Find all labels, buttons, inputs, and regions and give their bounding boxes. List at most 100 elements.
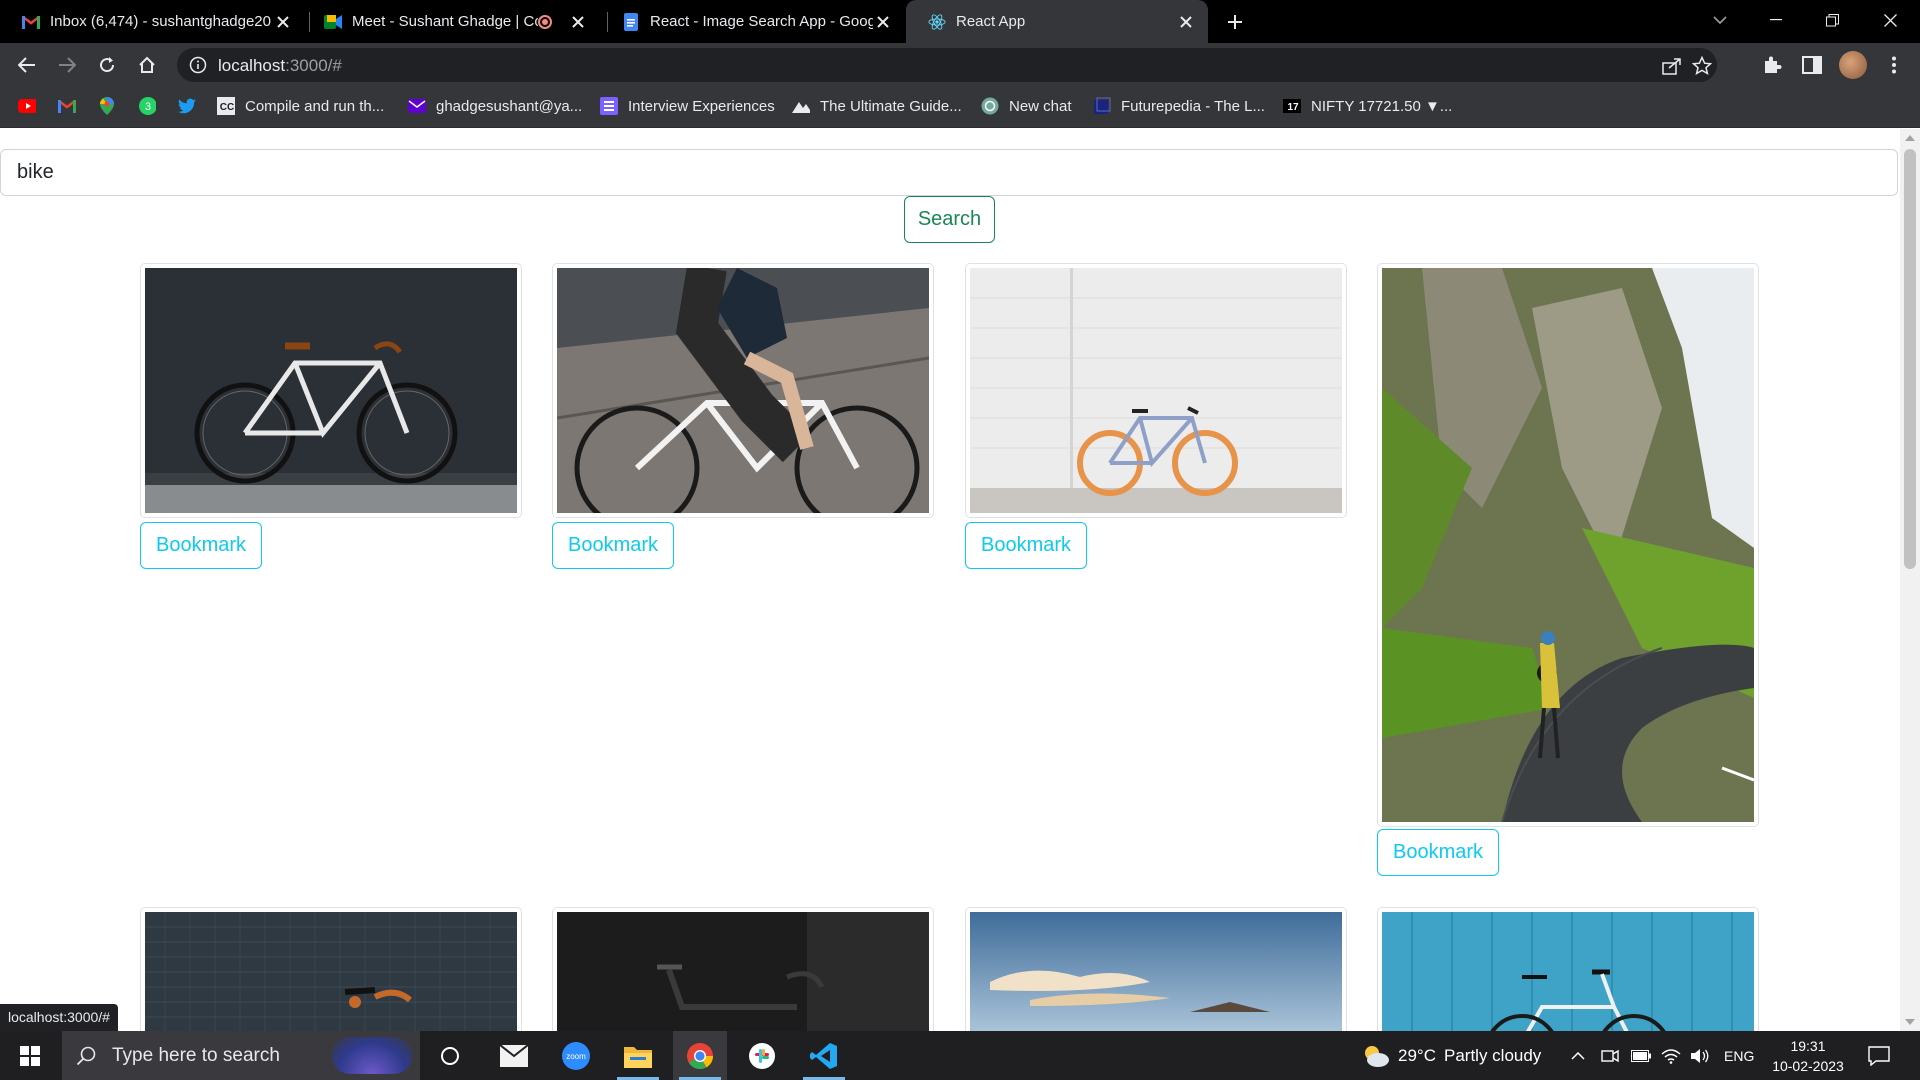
chrome-app-icon[interactable] (673, 1031, 727, 1080)
site-info-icon[interactable] (189, 56, 207, 79)
yahoo-mail-icon (408, 97, 426, 115)
maps-icon (98, 97, 116, 115)
bookmarks-bar: 3 CC Compile and run th... ghadgesushant… (0, 87, 1920, 128)
scroll-up-arrow-icon[interactable] (1905, 135, 1915, 141)
bike-image[interactable] (970, 268, 1342, 513)
scroll-down-arrow-icon[interactable] (1905, 1019, 1915, 1025)
bike-image[interactable] (557, 268, 929, 513)
meet-tray-icon[interactable] (1601, 1031, 1619, 1080)
meet-icon (324, 13, 342, 31)
share-icon[interactable] (1661, 55, 1683, 77)
image-card (1377, 263, 1759, 827)
tray-overflow-chevron-icon[interactable] (1571, 1031, 1585, 1080)
chrome-menu-icon[interactable] (1880, 51, 1908, 79)
cc-icon: CC (217, 97, 235, 115)
search-button[interactable]: Search (904, 196, 995, 243)
bookmark-maps[interactable] (98, 87, 126, 125)
tab-docs[interactable]: React - Image Search App - Goog (600, 0, 905, 43)
zoom-app-icon[interactable]: zoom (549, 1031, 603, 1080)
home-button[interactable] (132, 50, 162, 80)
vscode-app-icon[interactable] (797, 1031, 851, 1080)
mountain-icon (792, 97, 810, 115)
bookmark-button[interactable]: Bookmark (965, 522, 1088, 569)
slack-app-icon[interactable] (735, 1031, 789, 1080)
restore-button[interactable] (1804, 0, 1860, 40)
forward-button[interactable] (52, 50, 82, 80)
tab-meet[interactable]: Meet - Sushant Ghadge | Co (302, 0, 607, 43)
bike-image[interactable] (557, 912, 929, 1031)
image-card (965, 907, 1347, 1031)
reload-button[interactable] (92, 50, 122, 80)
bookmark-whatsapp[interactable]: 3 (138, 87, 166, 125)
input-language[interactable]: ENG (1724, 1031, 1754, 1080)
tab-react-app[interactable]: React App (906, 0, 1208, 43)
url-text: localhost:3000/# (218, 56, 342, 75)
weather-widget[interactable]: 29°C Partly cloudy (1360, 1031, 1541, 1080)
file-explorer-icon[interactable] (611, 1031, 665, 1080)
image-card (552, 907, 934, 1031)
recording-icon (538, 14, 552, 29)
close-tab-icon[interactable] (568, 12, 588, 32)
bike-image[interactable] (1382, 268, 1754, 822)
close-tab-icon[interactable] (1176, 12, 1196, 32)
battery-icon[interactable] (1631, 1031, 1651, 1080)
taskbar-search-box[interactable]: Type here to search (62, 1031, 420, 1080)
bookmark-youtube[interactable] (18, 87, 46, 125)
bookmark-star-icon[interactable] (1691, 55, 1713, 77)
partly-cloudy-icon (1360, 1043, 1390, 1069)
clock[interactable]: 19:31 10-02-2023 (1770, 1031, 1846, 1080)
bookmark-button[interactable]: Bookmark (140, 522, 263, 569)
task-view-button[interactable] (428, 1031, 472, 1080)
weather-temp: 29°C (1398, 1045, 1436, 1065)
page-scrollbar[interactable] (1900, 129, 1920, 1031)
tab-search-button[interactable] (1692, 0, 1748, 40)
bookmark-label: NIFTY 17721.50 ▼... (1311, 97, 1453, 115)
bookmark-button[interactable]: Bookmark (552, 522, 675, 569)
wifi-icon[interactable] (1661, 1031, 1681, 1080)
bike-image[interactable] (145, 268, 517, 513)
start-button[interactable] (0, 1031, 60, 1080)
volume-icon[interactable] (1690, 1031, 1710, 1080)
bike-image[interactable] (1382, 912, 1754, 1031)
search-icon (76, 1046, 96, 1066)
extensions-icon[interactable] (1758, 51, 1786, 79)
profile-avatar[interactable] (1839, 51, 1867, 79)
bookmark-compile[interactable]: CC Compile and run th... (217, 87, 384, 125)
browser-tab-strip: Inbox (6,474) - sushantghadge20 Meet - S… (0, 0, 1920, 43)
scrollbar-thumb[interactable] (1904, 149, 1916, 569)
bike-image[interactable] (145, 912, 517, 1031)
minimize-button[interactable] (1748, 0, 1804, 40)
notifications-icon[interactable] (1868, 1031, 1890, 1080)
bookmark-nifty[interactable]: 17 NIFTY 17721.50 ▼... (1283, 87, 1452, 125)
bookmark-yahoo-mail[interactable]: ghadgesushant@ya... (408, 87, 582, 125)
tab-title: React App (956, 13, 1026, 30)
bookmark-futurepedia[interactable]: Futurepedia - The L... (1093, 87, 1265, 125)
gmail-icon (22, 13, 40, 31)
gmail-icon (58, 97, 76, 115)
new-tab-button[interactable] (1222, 9, 1248, 35)
mail-app-icon[interactable] (487, 1031, 541, 1080)
tab-gmail[interactable]: Inbox (6,474) - sushantghadge20 (0, 0, 305, 43)
bookmark-twitter[interactable] (178, 87, 206, 125)
bookmark-label: The Ultimate Guide... (820, 97, 962, 115)
bookmark-label: Futurepedia - The L... (1121, 97, 1265, 115)
close-window-button[interactable] (1862, 0, 1918, 40)
clock-time: 19:31 (1790, 1037, 1826, 1054)
bookmark-button[interactable]: Bookmark (1377, 829, 1500, 876)
futurepedia-icon (1093, 97, 1111, 115)
bike-image[interactable] (970, 912, 1342, 1031)
back-button[interactable] (12, 50, 42, 80)
docs-icon (622, 12, 640, 31)
bookmark-new-chat[interactable]: New chat (981, 87, 1072, 125)
search-highlight-art (332, 1037, 412, 1074)
side-panel-icon[interactable] (1798, 51, 1826, 79)
close-tab-icon[interactable] (273, 12, 293, 32)
close-tab-icon[interactable] (873, 12, 893, 32)
bookmark-gmail[interactable] (58, 87, 86, 125)
search-input[interactable] (0, 149, 1898, 196)
address-bar[interactable]: localhost:3000/# (177, 48, 1717, 82)
svg-text:17: 17 (1287, 102, 1299, 113)
bookmark-ultimate-guide[interactable]: The Ultimate Guide... (792, 87, 962, 125)
bookmark-interview[interactable]: Interview Experiences (600, 87, 775, 125)
tab-title: Inbox (6,474) - sushantghadge20 (50, 13, 271, 30)
